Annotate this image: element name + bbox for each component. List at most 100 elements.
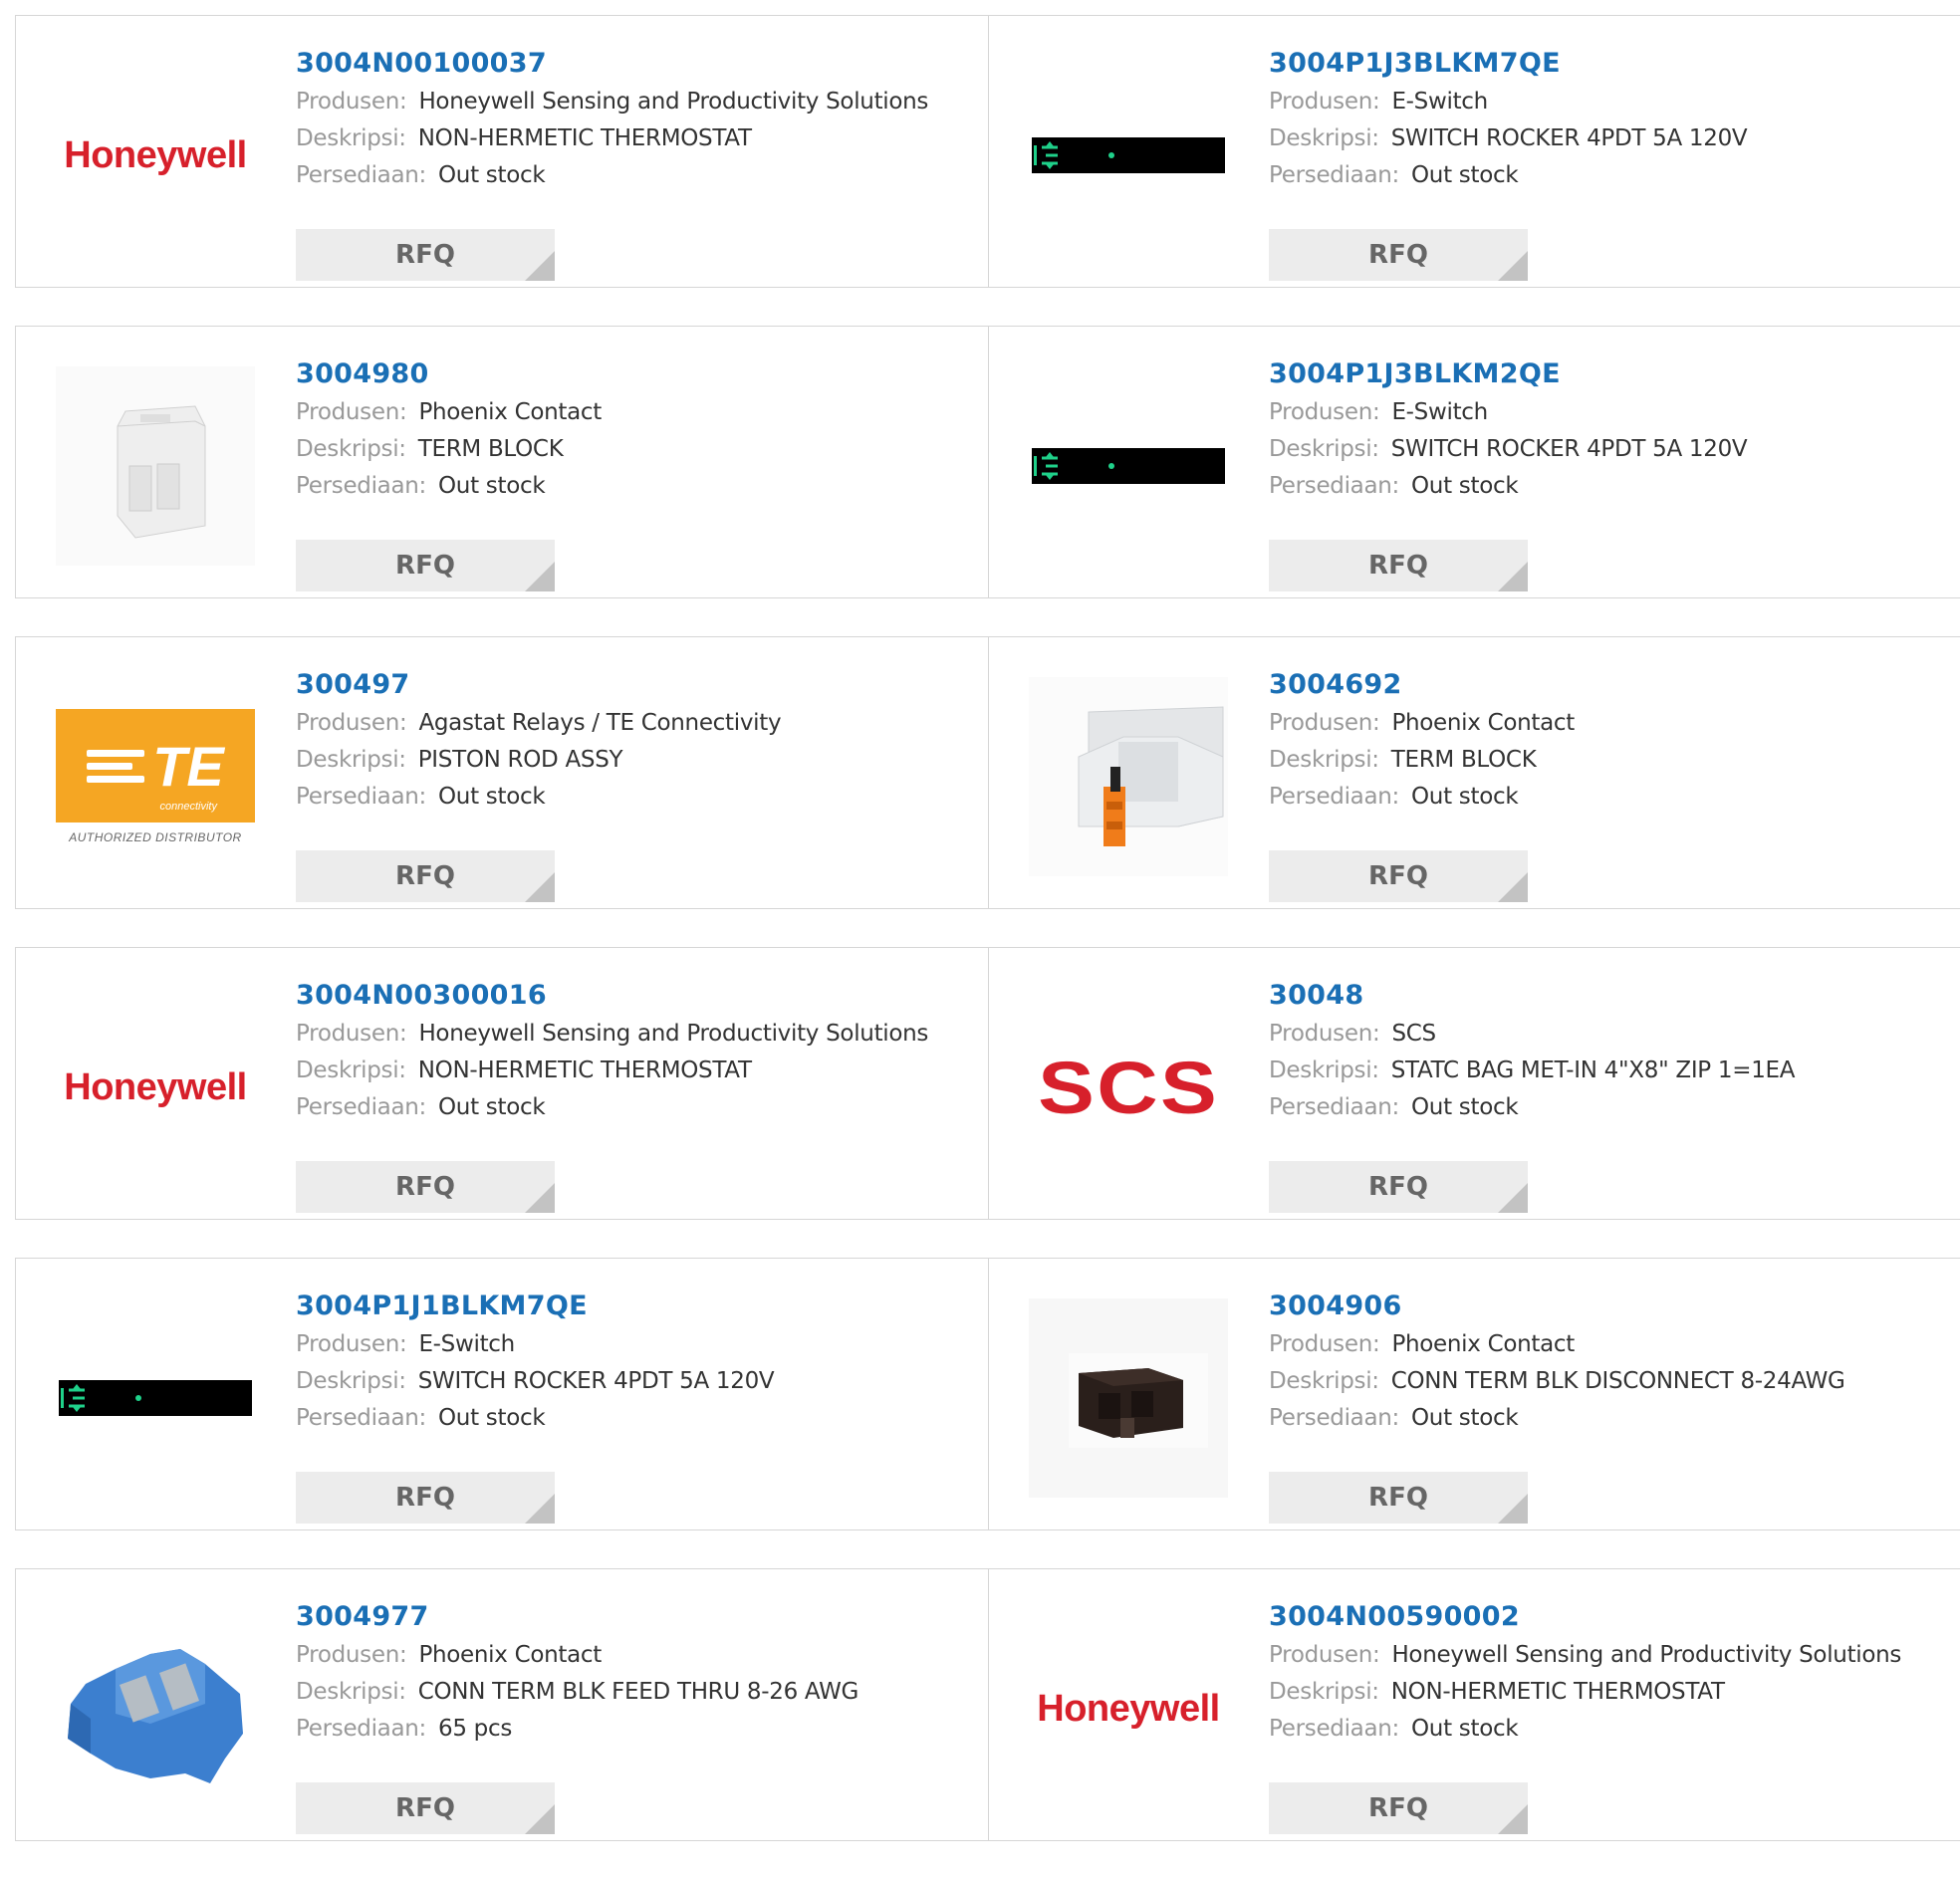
rfq-label: RFQ — [395, 240, 455, 270]
description-value: TERM BLOCK — [1390, 747, 1537, 773]
description-label: Deskripsi: — [1269, 436, 1379, 462]
product-image[interactable]: TE connectivity AUTHORIZED DISTRIBUTOR — [56, 677, 255, 876]
stock-line: Persediaan: Out stock — [296, 1400, 978, 1437]
description-label: Deskripsi: — [296, 125, 406, 151]
part-number-link[interactable]: 3004980 — [296, 356, 978, 394]
stock-value: Out stock — [1411, 784, 1519, 810]
product-image[interactable] — [56, 1609, 255, 1808]
part-number-link[interactable]: 3004P1J1BLKM7QE — [296, 1289, 978, 1326]
description-line: Deskripsi: CONN TERM BLK FEED THRU 8-26 A… — [296, 1674, 978, 1711]
manufacturer-value: E-Switch — [1391, 399, 1488, 425]
corner-triangle-icon — [525, 251, 555, 281]
rfq-button[interactable]: RFQ — [1269, 1161, 1528, 1213]
manufacturer-label: Produsen: — [1269, 1331, 1380, 1357]
rfq-label: RFQ — [395, 551, 455, 581]
description-line: Deskripsi: SWITCH ROCKER 4PDT 5A 120V — [1269, 431, 1950, 468]
part-number-link[interactable]: 3004977 — [296, 1599, 978, 1637]
product-image[interactable] — [56, 1298, 255, 1498]
manufacturer-value: Phoenix Contact — [1391, 1331, 1575, 1357]
rfq-button[interactable]: RFQ — [296, 229, 555, 281]
corner-triangle-icon — [525, 562, 555, 591]
part-number-link[interactable]: 3004P1J3BLKM2QE — [1269, 356, 1950, 394]
description-value: CONN TERM BLK FEED THRU 8-26 AWG — [417, 1679, 859, 1705]
corner-triangle-icon — [1498, 1183, 1528, 1213]
manufacturer-value: Phoenix Contact — [1391, 710, 1575, 736]
stock-value: Out stock — [1411, 1405, 1519, 1431]
manufacturer-line: Produsen: E-Switch — [1269, 84, 1950, 120]
stock-value: Out stock — [438, 473, 546, 499]
product-image[interactable] — [56, 366, 255, 566]
stock-label: Persediaan: — [1269, 473, 1399, 499]
rfq-button[interactable]: RFQ — [1269, 229, 1528, 281]
product-image[interactable] — [1029, 366, 1228, 566]
rocker-switch-icon — [61, 1384, 141, 1412]
rfq-button[interactable]: RFQ — [296, 1472, 555, 1524]
product-image[interactable]: Honeywell — [56, 988, 255, 1187]
manufacturer-line: Produsen: E-Switch — [296, 1326, 978, 1363]
description-label: Deskripsi: — [296, 1368, 406, 1394]
part-number-link[interactable]: 3004N00590002 — [1269, 1599, 1950, 1637]
part-number-link[interactable]: 3004N00100037 — [296, 46, 978, 84]
manufacturer-value: Phoenix Contact — [418, 1642, 602, 1668]
rfq-button[interactable]: RFQ — [1269, 540, 1528, 591]
corner-triangle-icon — [525, 1804, 555, 1834]
product-row: TE connectivity AUTHORIZED DISTRIBUTOR 3… — [15, 636, 1960, 909]
terminal-block-orange-image — [1029, 677, 1228, 876]
product-grid: Honeywell 3004N00100037 Produsen: Honeywe… — [15, 15, 1960, 1879]
description-label: Deskripsi: — [1269, 1368, 1379, 1394]
description-line: Deskripsi: TERM BLOCK — [1269, 742, 1950, 779]
rfq-button[interactable]: RFQ — [296, 540, 555, 591]
product-image[interactable]: Honeywell — [1029, 1609, 1228, 1808]
product-image[interactable] — [1029, 677, 1228, 876]
manufacturer-line: Produsen: Phoenix Contact — [296, 394, 978, 431]
description-value: CONN TERM BLK DISCONNECT 8-24AWG — [1390, 1368, 1845, 1394]
description-value: NON-HERMETIC THERMOSTAT — [417, 1057, 752, 1083]
rfq-button[interactable]: RFQ — [1269, 1472, 1528, 1524]
rocker-switch-image — [1032, 137, 1225, 173]
manufacturer-line: Produsen: Honeywell Sensing and Productiv… — [296, 84, 978, 120]
stock-line: Persediaan: Out stock — [296, 468, 978, 505]
product-image[interactable]: SCS — [1029, 988, 1228, 1187]
product-card: 3004P1J1BLKM7QE Produsen: E-Switch Deskri… — [16, 1259, 988, 1529]
part-number-link[interactable]: 3004906 — [1269, 1289, 1950, 1326]
description-line: Deskripsi: STATC BAG MET-IN 4"X8" ZIP 1=1… — [1269, 1053, 1950, 1089]
part-number-link[interactable]: 30048 — [1269, 978, 1950, 1016]
part-number-link[interactable]: 3004P1J3BLKM7QE — [1269, 46, 1950, 84]
te-logo-text: TE — [152, 734, 224, 798]
description-label: Deskripsi: — [1269, 1057, 1379, 1083]
rfq-label: RFQ — [1368, 1483, 1428, 1513]
manufacturer-value: Phoenix Contact — [418, 399, 602, 425]
product-card: TE connectivity AUTHORIZED DISTRIBUTOR 3… — [16, 637, 988, 908]
description-line: Deskripsi: NON-HERMETIC THERMOSTAT — [296, 1053, 978, 1089]
rfq-button[interactable]: RFQ — [296, 850, 555, 902]
description-label: Deskripsi: — [296, 747, 406, 773]
product-image[interactable]: Honeywell — [56, 56, 255, 255]
manufacturer-value: Honeywell Sensing and Productivity Solut… — [418, 89, 929, 115]
product-image[interactable] — [1029, 56, 1228, 255]
te-connectivity-logo: TE connectivity AUTHORIZED DISTRIBUTOR — [56, 709, 255, 844]
part-number-link[interactable]: 3004692 — [1269, 667, 1950, 705]
description-label: Deskripsi: — [296, 1679, 406, 1705]
product-image[interactable] — [1029, 1298, 1228, 1498]
rfq-button[interactable]: RFQ — [1269, 850, 1528, 902]
te-logo-box: TE connectivity — [56, 709, 255, 822]
stock-value: Out stock — [438, 784, 546, 810]
rfq-button[interactable]: RFQ — [296, 1782, 555, 1834]
rfq-button[interactable]: RFQ — [1269, 1782, 1528, 1834]
stock-value: Out stock — [438, 162, 546, 188]
part-number-link[interactable]: 300497 — [296, 667, 978, 705]
description-line: Deskripsi: SWITCH ROCKER 4PDT 5A 120V — [296, 1363, 978, 1400]
rfq-button[interactable]: RFQ — [296, 1161, 555, 1213]
stock-label: Persediaan: — [296, 162, 426, 188]
rocker-switch-icon — [1034, 452, 1114, 480]
stock-line: Persediaan: Out stock — [1269, 1400, 1950, 1437]
part-number-link[interactable]: 3004N00300016 — [296, 978, 978, 1016]
manufacturer-line: Produsen: E-Switch — [1269, 394, 1950, 431]
manufacturer-label: Produsen: — [1269, 399, 1380, 425]
manufacturer-label: Produsen: — [296, 1331, 407, 1357]
product-row: Honeywell 3004N00300016 Produsen: Honeywe… — [15, 947, 1960, 1220]
te-logo-caption: AUTHORIZED DISTRIBUTOR — [69, 830, 242, 844]
product-card: SCS 30048 Produsen: SCS Deskripsi: STATC B… — [988, 948, 1960, 1219]
manufacturer-label: Produsen: — [296, 399, 407, 425]
scs-logo: SCS — [1038, 1046, 1219, 1129]
